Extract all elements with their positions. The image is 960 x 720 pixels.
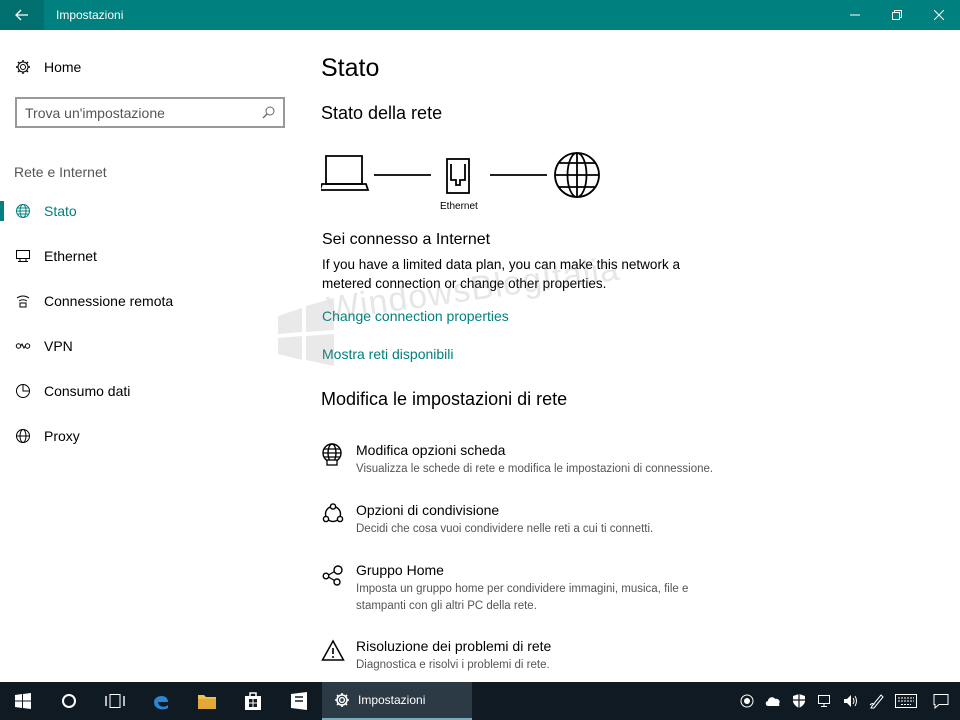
option-description: Imposta un gruppo home per condividere i…: [356, 583, 689, 612]
network-diagram: Ethernet: [318, 148, 611, 218]
taskbar-edge[interactable]: [138, 682, 184, 720]
taskbar-store[interactable]: [230, 682, 276, 720]
app-icon: [291, 692, 307, 710]
onedrive-icon[interactable]: [761, 682, 785, 720]
window-title: Impostazioni: [56, 8, 124, 22]
connection-description: If you have a limited data plan, you can…: [322, 257, 680, 291]
keyboard-icon[interactable]: [891, 682, 921, 720]
taskbar-settings-app[interactable]: Impostazioni: [322, 682, 472, 720]
network-settings-title: Modifica le impostazioni di rete: [321, 389, 568, 409]
home-label: Home: [44, 59, 82, 75]
defender-shield-icon[interactable]: [787, 682, 811, 720]
task-view-icon: [105, 694, 125, 708]
sidebar-section-title: Rete e Internet: [14, 164, 107, 180]
page-title: Stato: [321, 54, 380, 82]
option-description: Visualizza le schede di rete e modifica …: [356, 463, 714, 475]
adapter-icon: [321, 443, 345, 467]
sidebar-item-consumo-dati[interactable]: Consumo dati: [0, 368, 300, 413]
option-title: Modifica opzioni scheda: [356, 442, 506, 458]
sidebar-item-label: VPN: [44, 337, 73, 354]
option-description: Diagnostica e risolvi i problemi di rete…: [356, 659, 550, 671]
option-title: Opzioni di condivisione: [356, 502, 500, 518]
sidebar-item-label: Connessione remota: [44, 292, 174, 309]
search-input[interactable]: [25, 104, 262, 121]
network-tray-icon[interactable]: [813, 682, 837, 720]
start-button[interactable]: [0, 682, 46, 720]
search-icon[interactable]: [262, 106, 275, 119]
task-view-button[interactable]: [92, 682, 138, 720]
gear-icon: [334, 692, 350, 708]
ethernet-port-icon: [446, 158, 470, 194]
close-button[interactable]: [918, 0, 960, 30]
cortana-button[interactable]: [46, 682, 92, 720]
windows-start-icon: [15, 693, 31, 709]
globe-icon: [14, 427, 32, 445]
sidebar-item-stato[interactable]: Stato: [0, 188, 300, 233]
globe-icon: [14, 202, 32, 220]
sidebar-item-vpn[interactable]: VPN: [0, 323, 300, 368]
option-homegroup[interactable]: Gruppo Home Imposta un gruppo home per c…: [321, 561, 741, 615]
show-available-networks-link[interactable]: Mostra reti disponibili: [322, 346, 454, 362]
title-bar: Impostazioni: [0, 0, 960, 30]
sidebar: Home Rete e Internet Stato Ethernet Conn…: [0, 30, 300, 682]
data-usage-icon: [14, 382, 32, 400]
pen-icon[interactable]: [865, 682, 889, 720]
back-button[interactable]: [0, 0, 44, 30]
restore-icon: [892, 10, 902, 20]
main-content: Stato Stato della rete Ethernet Sei conn…: [318, 30, 941, 682]
sidebar-item-label: Ethernet: [44, 247, 97, 264]
option-troubleshoot[interactable]: Risoluzione dei problemi di rete Diagnos…: [321, 637, 741, 674]
restore-button[interactable]: [876, 0, 918, 30]
action-center-icon[interactable]: [923, 682, 959, 720]
option-sharing[interactable]: Opzioni di condivisione Decidi che cosa …: [321, 501, 741, 538]
diagram-label: Ethernet: [440, 201, 478, 212]
homegroup-icon: [321, 563, 345, 587]
sharing-icon: [321, 503, 345, 527]
sidebar-nav: Stato Ethernet Connessione remota VPN Co…: [0, 188, 300, 458]
laptop-icon: [318, 155, 370, 191]
search-box[interactable]: [15, 97, 285, 128]
option-adapter[interactable]: Modifica opzioni scheda Visualizza le sc…: [321, 441, 741, 478]
sidebar-item-ethernet[interactable]: Ethernet: [0, 233, 300, 278]
back-arrow-icon: [15, 9, 28, 21]
close-icon: [934, 10, 944, 20]
option-title: Gruppo Home: [356, 562, 444, 578]
internet-globe-icon: [554, 152, 600, 198]
connection-title: Sei connesso a Internet: [322, 231, 491, 248]
option-description: Decidi che cosa vuoi condividere nelle r…: [356, 523, 654, 535]
minimize-icon: [850, 14, 860, 16]
change-connection-properties-link[interactable]: Change connection properties: [322, 308, 509, 324]
sidebar-item-label: Proxy: [44, 427, 80, 444]
tray-record-icon[interactable]: [735, 682, 759, 720]
sidebar-home[interactable]: Home: [14, 58, 81, 76]
store-icon: [245, 692, 261, 710]
network-status-title: Stato della rete: [321, 103, 443, 123]
option-title: Risoluzione dei problemi di rete: [356, 638, 552, 654]
sidebar-item-label: Stato: [44, 202, 77, 219]
taskbar-app-white[interactable]: [276, 682, 322, 720]
system-tray: [734, 682, 960, 720]
window-controls: [834, 0, 960, 30]
sidebar-item-label: Consumo dati: [44, 382, 131, 399]
dialup-icon: [14, 292, 32, 310]
gear-icon: [14, 58, 32, 76]
taskbar-app-label: Impostazioni: [358, 693, 426, 707]
sidebar-item-connessione-remota[interactable]: Connessione remota: [0, 278, 300, 323]
volume-icon[interactable]: [839, 682, 863, 720]
ethernet-icon: [14, 247, 32, 265]
warning-icon: [321, 639, 345, 663]
cortana-icon: [62, 694, 76, 708]
minimize-button[interactable]: [834, 0, 876, 30]
vpn-icon: [14, 337, 32, 355]
edge-icon: [154, 695, 168, 710]
folder-icon: [198, 695, 216, 709]
taskbar: Impostazioni: [0, 682, 960, 720]
sidebar-item-proxy[interactable]: Proxy: [0, 413, 300, 458]
taskbar-file-explorer[interactable]: [184, 682, 230, 720]
